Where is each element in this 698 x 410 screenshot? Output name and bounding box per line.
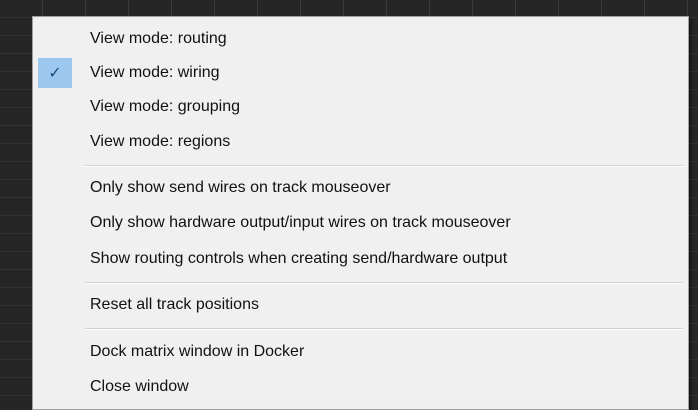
menu-item-label: Only show send wires on track mouseover bbox=[90, 179, 391, 196]
menu-item-view-mode-grouping[interactable]: View mode: grouping bbox=[36, 90, 685, 124]
check-slot bbox=[38, 337, 72, 367]
menu-item-label: View mode: wiring bbox=[90, 64, 220, 81]
menu-item-close-window[interactable]: Close window bbox=[36, 370, 685, 404]
menu-separator bbox=[85, 165, 683, 167]
menu-item-view-mode-routing[interactable]: View mode: routing bbox=[36, 22, 685, 56]
check-slot bbox=[38, 92, 72, 122]
menu-item-label: Show routing controls when creating send… bbox=[90, 250, 508, 267]
check-slot bbox=[38, 127, 72, 157]
menu-item-only-hardware-wires[interactable]: Only show hardware output/input wires on… bbox=[36, 206, 685, 240]
menu-item-label: View mode: grouping bbox=[90, 98, 241, 115]
menu-item-label: Only show hardware output/input wires on… bbox=[90, 214, 511, 231]
check-slot bbox=[38, 244, 72, 274]
menu-item-label: View mode: routing bbox=[90, 30, 227, 47]
menu-item-label: Close window bbox=[90, 378, 189, 395]
menu-item-view-mode-regions[interactable]: View mode: regions bbox=[36, 125, 685, 159]
check-slot bbox=[38, 208, 72, 238]
menu-item-label: Dock matrix window in Docker bbox=[90, 343, 305, 360]
menu-item-reset-track-positions[interactable]: Reset all track positions bbox=[36, 288, 685, 322]
menu-item-label: View mode: regions bbox=[90, 133, 231, 150]
check-slot bbox=[38, 173, 72, 203]
menu-separator bbox=[85, 328, 683, 330]
menu-item-show-routing-controls[interactable]: Show routing controls when creating send… bbox=[36, 242, 685, 276]
context-menu: View mode: routing ✓ View mode: wiring V… bbox=[32, 16, 689, 410]
menu-separator bbox=[85, 282, 683, 284]
check-icon: ✓ bbox=[38, 58, 72, 88]
check-slot bbox=[38, 24, 72, 54]
check-slot bbox=[38, 372, 72, 402]
menu-item-label: Reset all track positions bbox=[90, 296, 259, 313]
menu-item-dock-matrix[interactable]: Dock matrix window in Docker bbox=[36, 335, 685, 369]
check-slot bbox=[38, 290, 72, 320]
menu-item-only-send-wires[interactable]: Only show send wires on track mouseover bbox=[36, 171, 685, 205]
menu-item-view-mode-wiring[interactable]: ✓ View mode: wiring bbox=[36, 56, 685, 90]
